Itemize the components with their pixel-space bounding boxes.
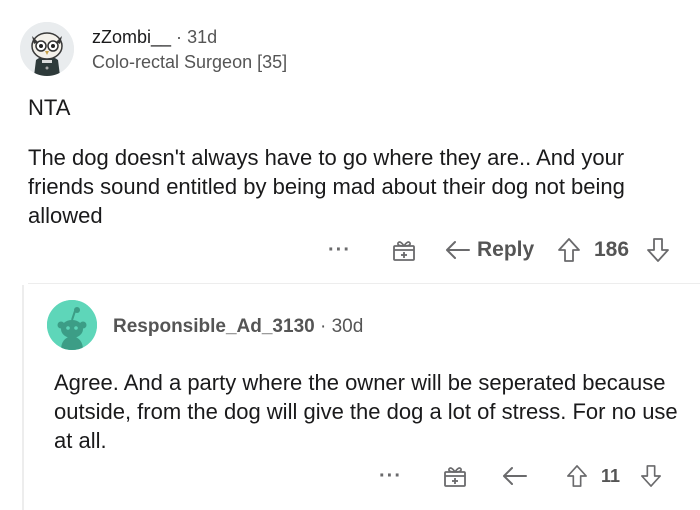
comment-meta: zZombi__ · 31d [92, 27, 217, 48]
reply-meta: Responsible_Ad_3130 · 30d [113, 316, 363, 338]
comment-body: The dog doesn't always have to go where … [28, 145, 625, 228]
reply-body: Agree. And a party where the owner will … [54, 370, 678, 453]
award-button[interactable] [391, 234, 417, 266]
upvote-icon [567, 465, 587, 487]
reply-upvote-button[interactable] [566, 460, 588, 492]
snoo-avatar-icon [47, 300, 97, 350]
comment-age: 31d [187, 27, 218, 47]
reply-award-button[interactable] [442, 460, 468, 492]
more-options-icon: ··· [379, 464, 402, 487]
owl-avatar-icon [20, 22, 74, 76]
downvote-icon [647, 238, 669, 262]
comment-verdict: NTA [28, 95, 71, 120]
reply-more-options-button[interactable]: ··· [379, 460, 402, 492]
downvote-button[interactable] [646, 234, 670, 266]
reply-downvote-button[interactable] [640, 460, 662, 492]
reply-reply-button[interactable] [502, 460, 528, 492]
comment-parent: zZombi__ · 31d Colo-rectal Surgeon [35] … [0, 0, 700, 280]
reply-age: 30d [331, 316, 364, 337]
score-label: 11 [601, 465, 621, 486]
downvote-icon [641, 465, 661, 487]
comment-divider [28, 283, 700, 284]
reply-vote-score: 11 [601, 460, 620, 492]
user-avatar[interactable] [20, 22, 74, 76]
meta-separator: · [319, 316, 327, 337]
gift-award-icon [444, 467, 466, 487]
meta-separator: · [176, 27, 183, 47]
reply-username[interactable]: Responsible_Ad_3130 [113, 316, 315, 337]
reply-arrow-icon [503, 467, 527, 485]
score-label: 186 [594, 238, 630, 261]
reply-user-avatar[interactable] [47, 300, 97, 350]
upvote-icon [558, 238, 580, 262]
reply-button[interactable]: Reply [445, 234, 534, 266]
more-options-button[interactable]: ··· [328, 234, 351, 266]
reply-arrow-icon [446, 241, 470, 259]
comment-actions: ··· Reply 186 [0, 234, 700, 266]
vote-score: 186 [594, 234, 629, 266]
user-flair: Colo-rectal Surgeon [35] [92, 52, 288, 72]
reply-label: Reply [477, 238, 535, 261]
gift-award-icon [393, 241, 415, 261]
upvote-button[interactable] [557, 234, 581, 266]
username[interactable]: zZombi__ [92, 27, 171, 47]
reply-actions: ··· 11 [0, 460, 700, 492]
more-options-icon: ··· [328, 238, 351, 261]
